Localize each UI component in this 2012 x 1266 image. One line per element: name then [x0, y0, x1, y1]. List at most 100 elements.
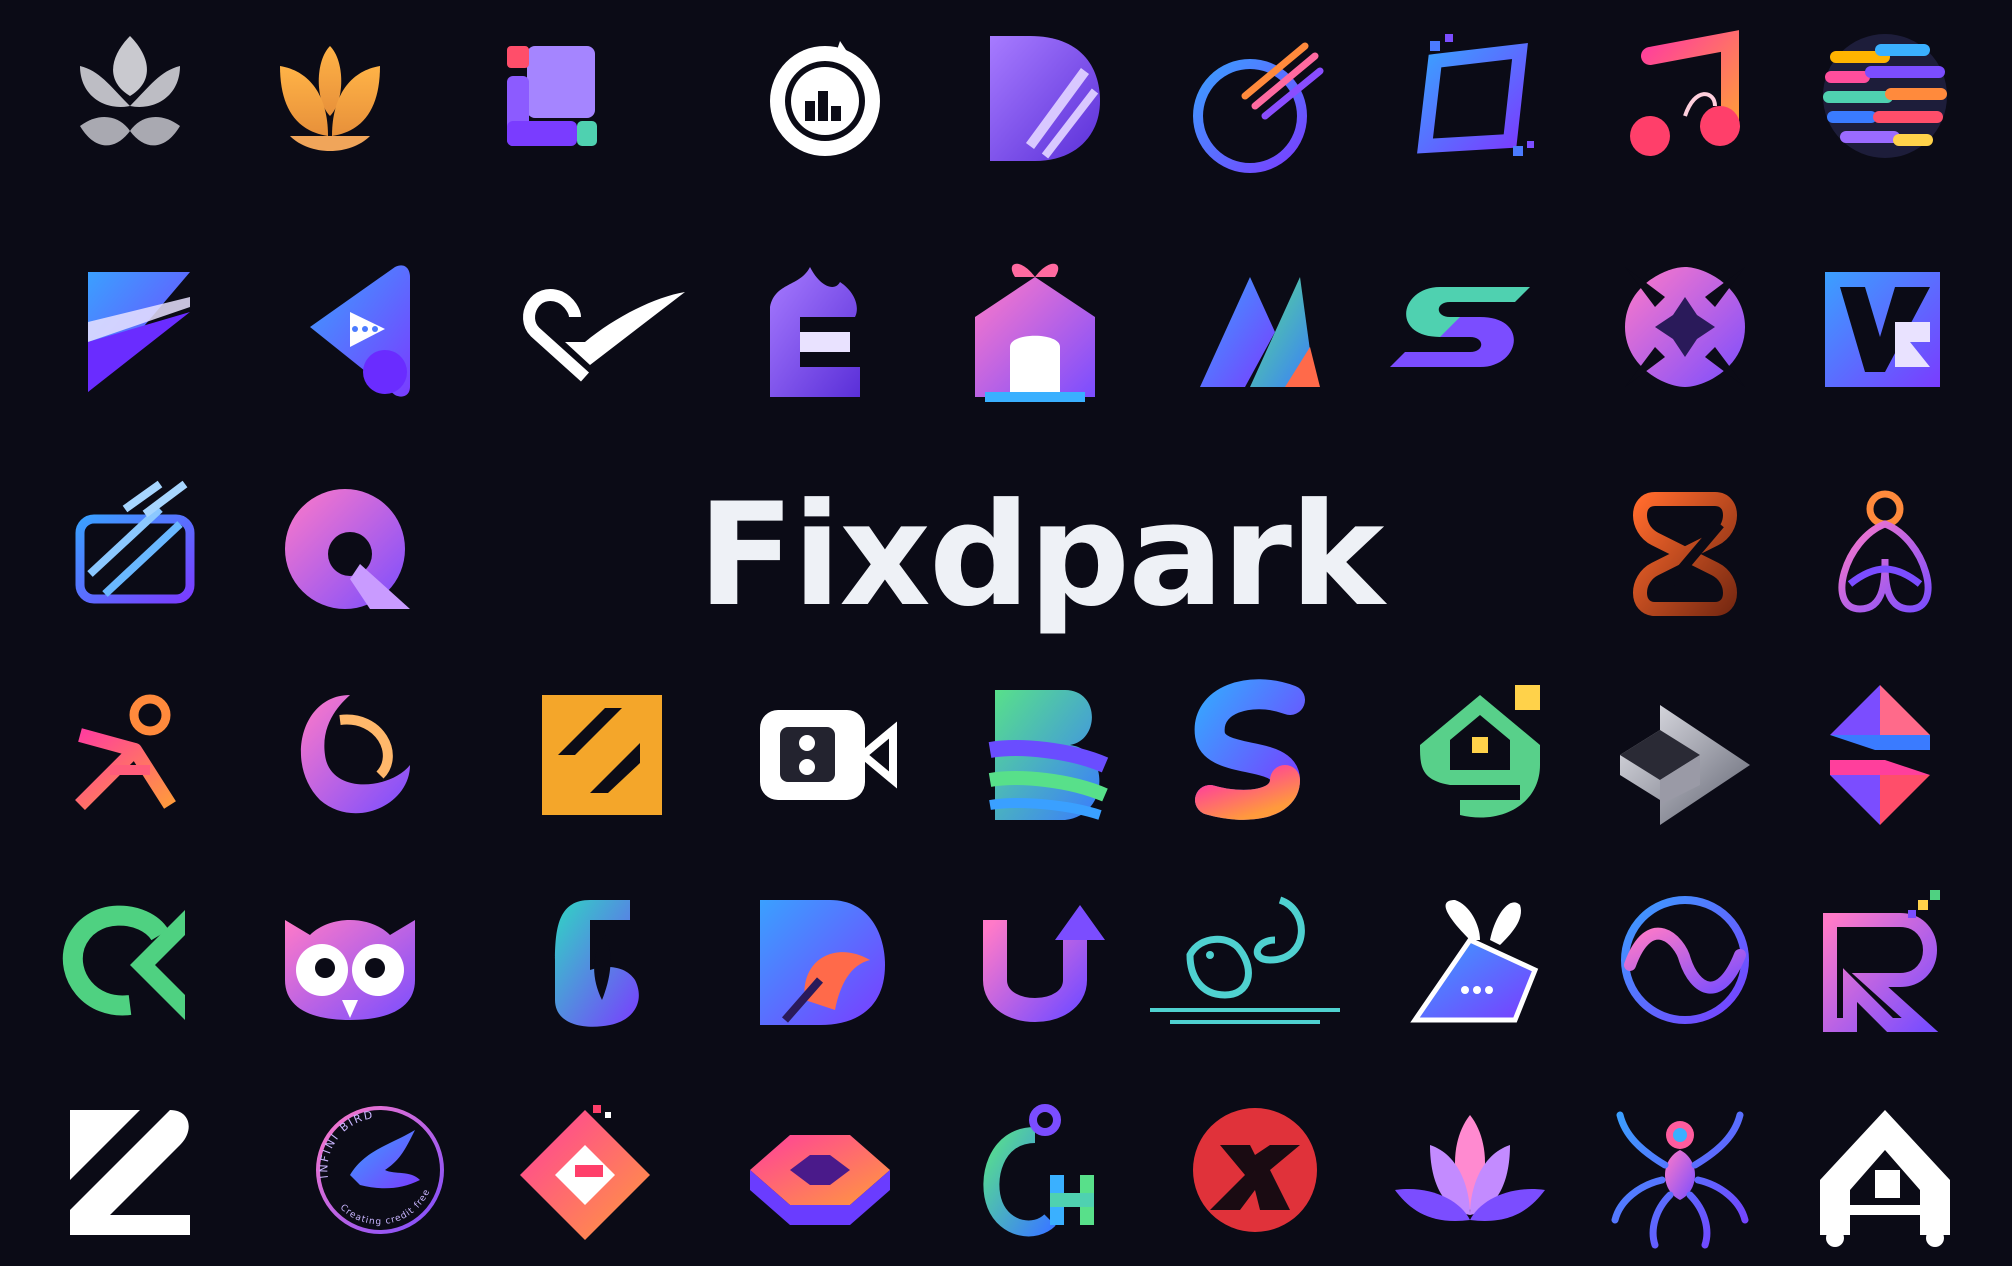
logo-tile: [1390, 1090, 1550, 1250]
logo-tile: [1395, 880, 1555, 1040]
music-note-icon: [1630, 30, 1740, 156]
gift-house-icon: [975, 263, 1095, 402]
logo-tile: [1600, 1090, 1760, 1250]
lotus-flower-icon: [1395, 1115, 1545, 1221]
emblem-tagline: Creating credit freedom: [295, 1083, 432, 1227]
logo-tile: [505, 1090, 665, 1250]
logo-tile: [1800, 880, 1960, 1040]
logo-tile: [50, 16, 210, 176]
letter-g-diamond-icon: [520, 1105, 650, 1240]
striped-globe-icon: [1823, 34, 1947, 158]
letter-d-pencil-icon: [760, 900, 885, 1025]
logo-tile: [270, 880, 430, 1040]
logo-tile: [50, 247, 210, 407]
logo-tile: [515, 247, 685, 407]
brand-wordmark: Fixdpark: [697, 472, 1385, 638]
letter-z-stripes-icon: [70, 1110, 190, 1235]
logo-tile: [1400, 675, 1560, 835]
letter-s-leaf-icon: [1390, 287, 1530, 367]
logo-tile: [740, 1090, 900, 1250]
striped-tv-icon: [75, 480, 195, 604]
logo-tile: [250, 16, 410, 176]
four-petal-star-icon: [1625, 267, 1745, 387]
video-camera-icon: [760, 710, 897, 800]
logo-tile: [1805, 1090, 1965, 1250]
logo-tile: [960, 16, 1120, 176]
running-person-icon: [75, 694, 176, 810]
logo-tile: [520, 880, 680, 1040]
logo-tile: [1175, 1090, 1335, 1250]
logo-tile: [1380, 247, 1540, 407]
letter-s-gradient-icon: [1194, 679, 1305, 820]
letter-q-bubble-icon: [285, 489, 410, 609]
isometric-arrow-icon: [1620, 705, 1750, 825]
twin-peaks-icon: [1200, 277, 1320, 387]
letter-x-circle-icon: [1193, 1108, 1317, 1232]
letter-ok-arrow-icon: [62, 905, 185, 1020]
logo-tile: [500, 675, 662, 835]
trinity-knot-icon: [1838, 490, 1932, 613]
leaf-sprout-icon: [280, 46, 380, 151]
wave-circle-icon: [1621, 896, 1749, 1024]
infini-bird-emblem-icon: INFINI BIRD Creating credit freedom: [295, 1083, 444, 1234]
infinity-loop-icon: [1633, 492, 1737, 616]
logo-tile: [745, 16, 905, 176]
chart-circle-icon: [770, 41, 880, 156]
letter-g-seed-icon: [555, 900, 639, 1027]
letter-u-arrow-icon: [983, 905, 1105, 1022]
hexagon-portal-icon: [750, 1135, 890, 1225]
logo-tile: [50, 469, 210, 629]
logo-tile: [1605, 16, 1765, 176]
logo-tile: INFINI BIRD Creating credit freedom: [295, 1083, 460, 1250]
orbit-ring-icon: [1193, 42, 1324, 173]
logo-tile: [960, 675, 1120, 835]
logo-tile: [740, 247, 900, 407]
logo-tile: [50, 675, 210, 835]
logo-tile: [465, 16, 625, 176]
logo-tile: [50, 1090, 210, 1250]
logo-tile: [745, 675, 905, 835]
squirrel-line-icon: [1150, 896, 1340, 1024]
diamond-s-icon: [1830, 685, 1930, 825]
letter-d-stripes-icon: [990, 36, 1100, 161]
letter-vs-square-icon: [1825, 272, 1940, 387]
logo-tile: [1175, 16, 1335, 176]
pixel-square-icon: [1417, 34, 1534, 156]
owl-face-icon: [285, 920, 415, 1020]
letter-r-pixel-icon: [1823, 890, 1940, 1032]
logo-tile: [270, 469, 430, 629]
logo-tile: [1175, 247, 1335, 407]
logo-tile: [1170, 675, 1330, 835]
play-chat-triangle-icon: [310, 265, 410, 397]
logo-tile: [50, 880, 210, 1040]
house-a-icon: [1820, 1110, 1950, 1247]
spider-icon: [1611, 1111, 1749, 1249]
letter-e-flame-icon: [770, 267, 860, 397]
logo-tile: [1605, 469, 1765, 629]
logo-tile: [1805, 247, 1965, 407]
logo-tile: [740, 880, 900, 1040]
heart-check-icon: [523, 289, 685, 382]
crescent-swirl-icon: [300, 695, 410, 814]
logo-tile: [965, 1090, 1125, 1250]
logo-tile: [1800, 675, 1960, 835]
lotus-petals-icon: [80, 36, 180, 146]
logo-tile: [1805, 469, 1965, 629]
letter-ch-pixel-icon: [983, 1104, 1094, 1237]
slash-square-icon: [542, 695, 662, 815]
logo-tile: [1805, 16, 1965, 176]
logo-tile: [1600, 675, 1760, 835]
logo-tile: [270, 675, 430, 835]
logo-tile: [1605, 247, 1765, 407]
square-blocks-icon: [507, 46, 597, 146]
logo-tile: [965, 880, 1125, 1040]
letter-b-layers-icon: [988, 690, 1109, 820]
logo-tile: [955, 247, 1115, 407]
logo-tile: [1605, 880, 1765, 1040]
rabbit-envelope-icon: [1410, 900, 1539, 1023]
logo-tile: [1150, 880, 1340, 1040]
folded-flag-icon: [88, 272, 190, 392]
house-g-icon: [1420, 685, 1540, 818]
logo-tile: [270, 247, 430, 407]
logo-tile: [1395, 16, 1555, 176]
